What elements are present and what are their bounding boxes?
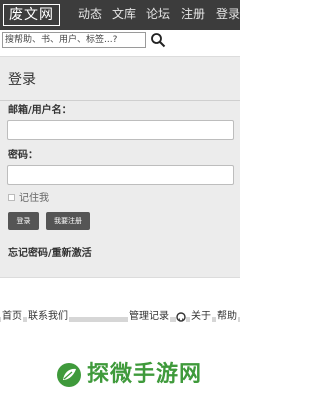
remember-checkbox[interactable] [8,194,15,201]
watermark-logo-icon [57,363,81,387]
github-icon[interactable] [176,312,186,322]
search-input[interactable]: 搜帮助、书、用户、标签...? [2,32,146,48]
password-field[interactable] [7,165,234,185]
password-label: 密码： [8,150,38,161]
nav-item-register[interactable]: 注册 [181,6,205,22]
footer-help-link[interactable]: 帮助 [216,311,238,323]
nav-item-forum[interactable]: 论坛 [146,6,170,22]
page-title: 登录 [8,72,36,88]
top-navbar: 废文网 动态 文库 论坛 注册 登录 [0,0,240,30]
footer-contact-link[interactable]: 联系我们 [27,311,69,323]
login-button[interactable]: 登录 [8,212,39,230]
register-button[interactable]: 我要注册 [46,212,90,230]
footer-about-link[interactable]: 关于 [190,311,212,323]
nav-item-library[interactable]: 文库 [112,6,136,22]
watermark-text: 探微手游网 [87,362,203,387]
nav-item-activity[interactable]: 动态 [78,6,102,22]
search-bar: 搜帮助、书、用户、标签...? [0,30,240,50]
site-logo[interactable]: 废文网 [3,4,60,26]
email-label: 邮箱/用户名： [8,105,72,116]
footer-admin-log-link[interactable]: 管理记录 [128,311,170,323]
forgot-password-link[interactable]: 忘记密码/重新激活 [8,248,92,260]
footer-home-link[interactable]: 首页 [1,311,23,323]
search-icon[interactable] [150,32,166,48]
nav-item-login[interactable]: 登录 [216,6,240,22]
login-panel: 登录 邮箱/用户名： 密码： 记住我 登录 我要注册 忘记密码/重新激活 [0,56,240,278]
remember-label: 记住我 [19,193,49,204]
title-divider [0,100,240,101]
email-field[interactable] [7,120,234,140]
